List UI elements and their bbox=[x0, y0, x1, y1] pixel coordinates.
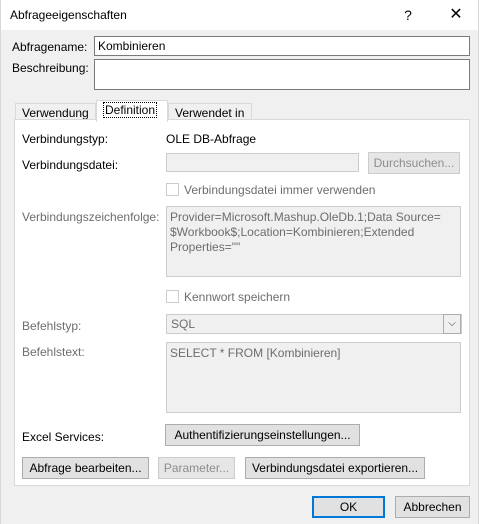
tab-definition[interactable]: Definition bbox=[96, 100, 168, 122]
auth-settings-button[interactable]: Authentifizierungseinstellungen... bbox=[165, 424, 360, 446]
tab-label-verwendung: Verwendung bbox=[22, 106, 89, 120]
command-type-label: Befehlstyp: bbox=[22, 319, 82, 333]
definition-panel: Verbindungstyp: OLE DB-Abfrage Verbindun… bbox=[14, 119, 470, 486]
description-label: Beschreibung: bbox=[12, 61, 89, 75]
tab-label-definition: Definition bbox=[103, 102, 158, 118]
always-use-file-label: Verbindungsdatei immer verwenden bbox=[184, 183, 376, 197]
connection-string-field[interactable]: Provider=Microsoft.Mashup.OleDb.1;Data S… bbox=[166, 206, 461, 277]
save-password-checkbox[interactable]: Kennwort speichern bbox=[166, 290, 290, 304]
save-password-box bbox=[166, 290, 179, 304]
connection-type-value: OLE DB-Abfrage bbox=[166, 132, 257, 146]
connection-type-label: Verbindungstyp: bbox=[22, 132, 109, 146]
save-password-label: Kennwort speichern bbox=[184, 290, 291, 304]
connection-file-input[interactable] bbox=[166, 153, 359, 172]
cancel-button[interactable]: Abbrechen bbox=[395, 496, 470, 518]
help-icon[interactable]: ? bbox=[390, 0, 426, 30]
always-use-file-box bbox=[166, 183, 179, 197]
connection-file-label: Verbindungsdatei: bbox=[22, 158, 119, 172]
description-input[interactable] bbox=[94, 59, 470, 90]
command-text-field[interactable]: SELECT * FROM [Kombinieren] bbox=[166, 342, 461, 413]
command-text-label: Befehlstext: bbox=[22, 345, 85, 359]
command-type-select[interactable]: SQL ⌵ bbox=[166, 314, 462, 334]
export-connection-button[interactable]: Verbindungsdatei exportieren... bbox=[245, 457, 425, 479]
browse-button[interactable]: Durchsuchen... bbox=[368, 152, 460, 174]
connection-string-label: Verbindungszeichenfolge: bbox=[22, 210, 160, 224]
parameters-button[interactable]: Parameter... bbox=[158, 457, 235, 479]
excel-services-label: Excel Services: bbox=[22, 430, 105, 444]
query-properties-dialog: Abfrageeigenschaften ? ✕ Abfragename: Ko… bbox=[0, 0, 479, 524]
edit-query-button[interactable]: Abfrage bearbeiten... bbox=[22, 457, 149, 479]
ok-button[interactable]: OK bbox=[312, 496, 385, 518]
title-bar: Abfrageeigenschaften ? ✕ bbox=[1, 0, 478, 30]
query-name-input[interactable]: Kombinieren bbox=[94, 36, 470, 56]
query-name-label: Abfragename: bbox=[12, 40, 88, 54]
tab-label-verwendet-in: Verwendet in bbox=[175, 106, 245, 120]
always-use-file-checkbox[interactable]: Verbindungsdatei immer verwenden bbox=[166, 183, 375, 197]
command-type-value: SQL bbox=[171, 317, 196, 331]
close-icon[interactable]: ✕ bbox=[438, 0, 474, 30]
chevron-down-icon[interactable]: ⌵ bbox=[443, 314, 461, 334]
dialog-title: Abfrageeigenschaften bbox=[10, 8, 127, 22]
